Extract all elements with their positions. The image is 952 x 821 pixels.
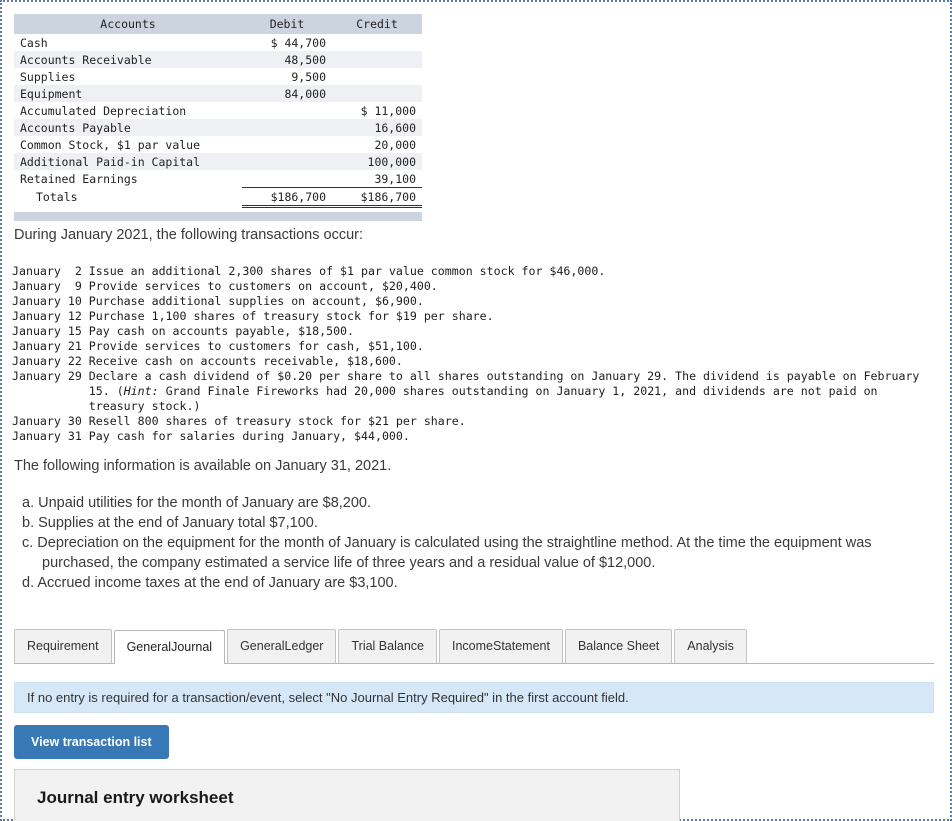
- table-row: Equipment 84,000: [14, 85, 422, 102]
- journal-entry-worksheet-title: Journal entry worksheet: [37, 788, 234, 807]
- transaction-line: January 12 Purchase 1,100 shares of trea…: [12, 309, 494, 323]
- cell-credit: 100,000: [332, 153, 422, 170]
- cell-account: Retained Earnings: [20, 171, 138, 186]
- cell-credit: 39,100: [374, 171, 416, 186]
- transaction-line: January 31 Pay cash for salaries during …: [12, 429, 410, 443]
- cell-account: Accumulated Depreciation: [20, 103, 187, 118]
- tab-label: Balance Sheet: [577, 639, 660, 653]
- cell-account: Accounts Payable: [14, 119, 242, 136]
- adjustment-text: c. Depreciation on the equipment for the…: [22, 535, 872, 551]
- transaction-line: January 15 Pay cash on accounts payable,…: [12, 324, 355, 338]
- table-row-totals: Totals $186,700 $186,700: [14, 187, 422, 208]
- trial-balance-table: Accounts Debit Credit Cash $ 44,700 Accoun…: [14, 14, 422, 221]
- cell-credit: $ 11,000: [360, 103, 416, 118]
- cell-totals-credit: $186,700: [332, 187, 422, 208]
- tab-label: General: [126, 639, 172, 654]
- cell-account: Common Stock, $1 par value: [20, 137, 201, 152]
- tab-label: Analysis: [687, 639, 734, 653]
- adjustment-item: b. Supplies at the end of January total …: [14, 513, 944, 533]
- tab-balance-sheet[interactable]: Balance Sheet: [564, 629, 673, 663]
- worksheet-page: Accounts Debit Credit Cash $ 44,700 Accoun…: [0, 0, 952, 821]
- tab-label: General: [240, 639, 285, 653]
- cell-debit: [242, 136, 332, 153]
- cell-debit: $ 44,700: [270, 35, 326, 50]
- adjustment-item: c. Depreciation on the equipment for the…: [14, 533, 944, 573]
- cell-credit: 20,000: [374, 137, 416, 152]
- adjustment-text: d. Accrued income taxes at the end of Ja…: [22, 575, 398, 591]
- cell-totals-label: Totals: [36, 190, 78, 204]
- table-row: Cash $ 44,700: [14, 34, 422, 51]
- transaction-line: January 21 Provide services to customers…: [12, 339, 424, 353]
- tab-general-ledger[interactable]: General Ledger: [227, 629, 337, 663]
- tab-label: Journal: [171, 639, 213, 654]
- view-transaction-list-button[interactable]: View transaction list: [14, 725, 169, 759]
- transaction-line: 15. (Hint: Grand Finale Fireworks had 20…: [12, 384, 878, 398]
- cell-account: Additional Paid-in Capital: [14, 153, 242, 170]
- cell-account: Equipment: [14, 85, 242, 102]
- cell-credit: 16,600: [332, 119, 422, 136]
- transaction-line: treasury stock.): [12, 399, 201, 413]
- tab-income-statement[interactable]: Income Statement: [438, 629, 563, 663]
- table-row: Accumulated Depreciation $ 11,000: [14, 102, 422, 119]
- cell-debit: [242, 153, 332, 170]
- adjustment-text: a. Unpaid utilities for the month of Jan…: [22, 495, 372, 511]
- cell-debit: 9,500: [291, 69, 326, 84]
- cell-credit: [332, 85, 422, 102]
- table-row: Additional Paid-in Capital 100,000: [14, 153, 422, 170]
- cell-account: Accounts Receivable: [14, 51, 242, 68]
- cell-account: Cash: [20, 35, 48, 50]
- cell-debit: 48,500: [242, 51, 332, 68]
- cell-account: Supplies: [20, 69, 76, 84]
- tab-label: Statement: [492, 639, 550, 653]
- transaction-line: January 22 Receive cash on accounts rece…: [12, 354, 403, 368]
- table-row: Accounts Receivable 48,500: [14, 51, 422, 68]
- adjustment-text: b. Supplies at the end of January total …: [22, 515, 318, 531]
- cell-credit: [332, 51, 422, 68]
- cell-debit: 84,000: [242, 85, 332, 102]
- no-entry-notice: If no entry is required for a transactio…: [14, 682, 934, 713]
- tab-trial-balance[interactable]: Trial Balance: [338, 629, 437, 663]
- column-header-credit: Credit: [332, 14, 422, 34]
- column-header-accounts: Accounts: [14, 14, 242, 34]
- adjustment-continuation: purchased, the company estimated a servi…: [42, 555, 656, 571]
- cell-totals-debit: $186,700: [242, 187, 332, 208]
- cell-debit: [242, 102, 332, 119]
- journal-entry-worksheet-panel: Journal entry worksheet: [14, 769, 680, 821]
- transactions-list: January 2 Issue an additional 2,300 shar…: [12, 264, 947, 444]
- available-information-heading: The following information is available o…: [14, 458, 392, 474]
- adjustments-list: a. Unpaid utilities for the month of Jan…: [14, 493, 944, 593]
- cell-credit: [332, 34, 422, 51]
- transaction-line: January 30 Resell 800 shares of treasury…: [12, 414, 466, 428]
- tab-general-journal[interactable]: General Journal: [113, 630, 226, 664]
- cell-debit: [242, 170, 332, 188]
- column-header-debit: Debit: [242, 14, 332, 34]
- transaction-line: January 29 Declare a cash dividend of $0…: [12, 369, 920, 383]
- transaction-line: January 2 Issue an additional 2,300 shar…: [12, 264, 606, 278]
- table-header-row: Accounts Debit Credit: [14, 14, 422, 34]
- tab-label: Requirement: [27, 639, 99, 653]
- tab-label: Ledger: [284, 639, 324, 653]
- transaction-line: January 10 Purchase additional supplies …: [12, 294, 424, 308]
- cell-debit: [242, 119, 332, 136]
- transaction-line: January 9 Provide services to customers …: [12, 279, 438, 293]
- tab-label: Income: [451, 639, 493, 653]
- tab-bar: Requirement General Journal General Ledger Tr…: [14, 629, 934, 664]
- transactions-intro: During January 2021, the following trans…: [14, 227, 363, 243]
- cell-credit: [332, 68, 422, 85]
- table-row: Retained Earnings 39,100: [14, 170, 422, 188]
- tab-requirement[interactable]: Requirement: [14, 629, 112, 663]
- adjustment-item: d. Accrued income taxes at the end of Ja…: [14, 573, 944, 593]
- tab-analysis[interactable]: Analysis: [674, 629, 747, 663]
- table-row: Common Stock, $1 par value 20,000: [14, 136, 422, 153]
- table-row: Supplies 9,500: [14, 68, 422, 85]
- table-footer-bar: [14, 212, 422, 221]
- tab-label: Trial Balance: [351, 639, 424, 653]
- table-row: Accounts Payable 16,600: [14, 119, 422, 136]
- adjustment-item: a. Unpaid utilities for the month of Jan…: [14, 493, 944, 513]
